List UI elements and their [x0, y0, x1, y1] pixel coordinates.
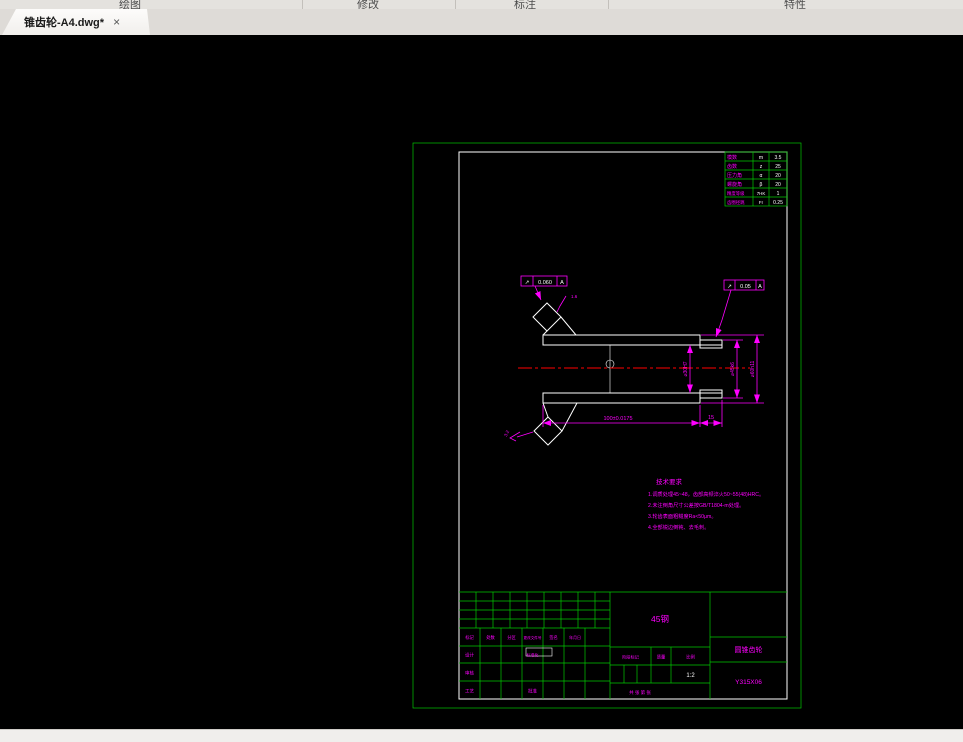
dimension-set[interactable]: 100±0.0175 15 ⌀60h11 ⌀45k6 ⌀30H7 — [542, 334, 764, 427]
param-value: 25 — [775, 164, 781, 170]
runout-symbol: ↗ — [525, 280, 530, 286]
sheet-svg: 模数 m 3.5 齿数 z 25 压力角 α 20 螺旋角 β 20 精度等级 … — [412, 142, 802, 709]
roughness-symbol — [556, 295, 567, 313]
dim-hub: ⌀45k6 — [730, 362, 736, 376]
part-title: 圆锥齿轮 — [735, 645, 763, 654]
role-process-label: 工艺 — [465, 689, 474, 694]
param-symbol: m — [759, 155, 763, 161]
gear-parameter-table[interactable]: 模数 m 3.5 齿数 z 25 压力角 α 20 螺旋角 β 20 精度等级 … — [724, 151, 788, 207]
param-label: 压力角 — [727, 172, 742, 179]
sheet-count: 共 张 第 张 — [629, 689, 651, 696]
tech-note-line: 4.全部锐边倒钝、去毛刺。 — [648, 523, 709, 531]
title-block[interactable]: 标记 处数 分区 更改文件号 签名 年月日 设计 标准化 审核 工艺 批准 45… — [459, 591, 787, 699]
leader-line — [715, 289, 732, 338]
part-section-view[interactable] — [532, 302, 723, 446]
sheet-outer-border[interactable] — [412, 142, 802, 709]
rev-sign-label: 签名 — [549, 634, 558, 641]
scale-value: 1:2 — [686, 673, 695, 679]
dim-outer: ⌀60h11 — [750, 361, 756, 378]
tolerance-frame-left[interactable]: ↗ 0.060 A — [520, 275, 568, 301]
tolerance-value: 0.060 — [538, 280, 552, 286]
file-tab-label: 锥齿轮-A4.dwg* — [24, 17, 105, 29]
ribbon-strip: 绘图 修改 标注 特性 — [0, 0, 963, 9]
param-symbol: z — [760, 164, 763, 170]
leader-line — [534, 285, 542, 301]
gear-tooth-bottom — [533, 416, 563, 446]
param-label: 齿数 — [727, 163, 737, 170]
param-label: 齿圈径跳 — [727, 199, 745, 206]
ribbon-panel-annotate[interactable]: 标注 — [514, 0, 536, 9]
extension-lines — [542, 334, 764, 427]
rev-count-label: 处数 — [486, 634, 495, 641]
ribbon-separator — [608, 0, 609, 9]
document-tab-bar: 锥齿轮-A4.dwg* × — [0, 9, 963, 35]
technical-notes[interactable]: 技术要求 1.调质处理45~48，齿部高频淬火50~55(48)HRC。 2.未… — [648, 477, 764, 531]
role-standard-label: 标准化 — [527, 652, 539, 658]
rev-zone-label: 分区 — [507, 634, 516, 641]
drawing-number: Y315X06 — [735, 679, 762, 686]
role-check-label: 审核 — [465, 670, 474, 677]
horizontal-scrollbar[interactable] — [0, 729, 963, 742]
hub-wall-top — [542, 334, 701, 346]
rev-date-label: 年月日 — [569, 634, 581, 640]
dim-step: 15 — [708, 415, 714, 421]
ribbon-panel-modify[interactable]: 修改 — [357, 0, 379, 9]
stub-wall-top — [699, 339, 723, 349]
param-label: 模数 — [727, 154, 737, 161]
gear-tooth-top — [532, 302, 562, 332]
weight-label: 质量 — [657, 654, 666, 661]
dim-length: 100±0.0175 — [603, 416, 632, 422]
ribbon-panel-draw[interactable]: 绘图 — [119, 0, 141, 9]
param-value: 1 — [777, 191, 780, 197]
role-approve-label: 批准 — [528, 688, 537, 695]
param-symbol: 7HK — [757, 191, 766, 196]
param-value: 0.25 — [773, 200, 783, 206]
param-value: 3.5 — [775, 155, 782, 161]
dim-bore: ⌀30H7 — [683, 361, 689, 376]
ribbon-panel-props[interactable]: 特性 — [784, 0, 806, 9]
ribbon-separator — [455, 0, 456, 9]
param-symbol: β — [760, 182, 763, 188]
tab-close-icon[interactable]: × — [113, 16, 120, 28]
param-value: 20 — [775, 182, 781, 188]
tech-notes-title: 技术要求 — [656, 477, 683, 486]
param-value: 20 — [775, 173, 781, 179]
rev-docno-label: 更改文件号 — [524, 635, 542, 640]
role-design-label: 设计 — [465, 652, 474, 659]
tech-note-line: 1.调质处理45~48，齿部高频淬火50~55(48)HRC。 — [648, 490, 764, 498]
tech-note-line: 2.未注倒角尺寸公差按GB/T1804-m处理。 — [648, 501, 744, 509]
tolerance-frame-right[interactable]: ↗ 0.05 A — [715, 279, 765, 338]
param-symbol: α — [760, 173, 763, 179]
param-label: 螺旋角 — [727, 181, 742, 188]
tech-note-line: 3.轮齿表面粗糙度Ra<50μm。 — [648, 512, 717, 520]
tolerance-value: 0.05 — [740, 284, 751, 290]
runout-symbol: ↗ — [727, 284, 732, 290]
ribbon-separator — [302, 0, 303, 9]
datum-letter: A — [560, 280, 564, 286]
drawing-canvas[interactable]: 模数 m 3.5 齿数 z 25 压力角 α 20 螺旋角 β 20 精度等级 … — [0, 35, 963, 729]
stub-wall-bottom — [699, 389, 723, 399]
material-spec: 45钢 — [651, 614, 669, 624]
rev-mark-label: 标记 — [465, 634, 474, 641]
hub-wall-bottom — [542, 392, 701, 404]
stage-mark-label: 阶段标记 — [622, 654, 640, 661]
datum-letter: A — [758, 284, 762, 290]
roughness-value: 1.6 — [571, 294, 578, 299]
roughness-value: 3.2 — [503, 429, 510, 437]
scale-label: 比例 — [686, 654, 695, 661]
param-symbol: Fr — [759, 200, 764, 205]
sheet-inner-frame[interactable] — [458, 151, 788, 700]
file-tab[interactable]: 锥齿轮-A4.dwg* × — [2, 9, 150, 35]
param-label: 精度等级 — [727, 190, 745, 197]
cone-back-lines — [542, 316, 578, 432]
